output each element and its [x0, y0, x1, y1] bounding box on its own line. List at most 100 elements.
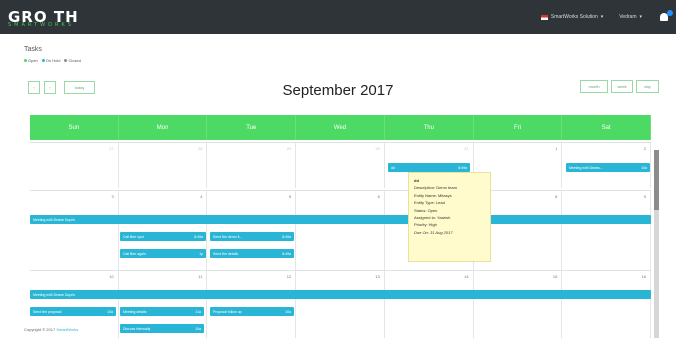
day-cell[interactable]: 4 [119, 191, 208, 270]
legend-item-closed: Closed [64, 58, 81, 63]
event-label: Meeting with Deane Dupris [33, 292, 76, 297]
event-time: 11a [195, 309, 201, 314]
navbar-right: SmartWorks Solution ▾ Vedram ▾ [540, 0, 673, 34]
event-label: Meeting with Deane Dupris [33, 217, 76, 222]
event-time: 10a [641, 165, 647, 170]
day-cell[interactable]: 14 [385, 271, 474, 338]
calendar-event[interactable]: Meeting with Deane Dupris [30, 215, 651, 224]
user-dropdown[interactable]: Vedram ▾ [619, 14, 642, 20]
page-title: Tasks [24, 46, 42, 53]
day-number: 27 [109, 146, 114, 151]
tooltip-title: dd [414, 178, 419, 183]
tooltip-description: Description: Demo team [414, 185, 457, 191]
logo[interactable]: GRO TH SMARTWORKS [8, 8, 79, 28]
day-number: 12 [286, 274, 292, 279]
calendar-event[interactable]: Call Ben again 1p [120, 249, 206, 258]
day-cell[interactable]: 3 [30, 191, 119, 270]
calendar-event[interactable]: Send the details 8:49a [210, 249, 294, 258]
chevron-down-icon: ▾ [600, 14, 604, 20]
weekday-thu: Thu [385, 115, 474, 140]
week-row: 27 28 29 30 31 1 2 [30, 142, 651, 188]
day-number: 15 [552, 274, 558, 279]
calendar-event[interactable]: Meeting with Deans... 10a [566, 163, 650, 172]
weekday-tue: Tue [207, 115, 297, 140]
legend-label: Closed [68, 58, 81, 63]
event-label: dd [391, 165, 395, 170]
day-cell[interactable]: 5 [207, 191, 297, 270]
dot-icon [41, 59, 45, 62]
weekday-sat: Sat [562, 115, 651, 140]
calendar-event[interactable]: Call Ben spot 8:49a [120, 232, 206, 241]
legend-item-onhold: On Hold [41, 58, 61, 63]
day-cell[interactable]: 29 [207, 143, 297, 188]
day-number: 2 [643, 146, 647, 151]
calendar-event[interactable]: Send the demo li... 8:49a [210, 232, 294, 241]
event-time: 10a [195, 326, 201, 331]
week-view-button[interactable]: week [611, 80, 633, 93]
vertical-scrollbar[interactable] [654, 150, 659, 338]
calendar-event[interactable]: Discuss internally 10a [120, 324, 204, 333]
day-cell[interactable]: 6 [296, 191, 385, 270]
day-cell[interactable]: 15 [474, 271, 563, 338]
day-cell[interactable]: 27 [30, 143, 119, 188]
day-cell[interactable]: 12 [207, 271, 297, 338]
event-time: 8:49a [458, 165, 467, 170]
calendar-grid: Sun Mon Tue Wed Thu Fri Sat 27 28 29 30 … [30, 115, 651, 338]
tooltip-entity-type: Entity Type: Lead [414, 200, 445, 206]
month-view-button[interactable]: month [580, 80, 608, 93]
day-number: 30 [375, 146, 380, 151]
day-cell[interactable]: 30 [296, 143, 385, 188]
week-row: 3 4 5 6 7 8 9 [30, 190, 651, 270]
day-number: 10 [109, 274, 114, 279]
day-number: 5 [288, 194, 292, 199]
tooltip-entity-name: Entity Name: Mitasys [414, 192, 452, 198]
calendar-title: September 2017 [282, 82, 394, 99]
day-cell[interactable]: 28 [119, 143, 208, 188]
weekday-header: Sun Mon Tue Wed Thu Fri Sat [30, 115, 651, 140]
day-number: 6 [377, 194, 380, 199]
day-cell[interactable]: 13 [296, 271, 385, 338]
event-time: 10a [285, 309, 291, 314]
day-view-button[interactable]: day [636, 80, 659, 93]
dot-icon [24, 59, 27, 62]
day-number: 28 [197, 146, 203, 151]
company-dropdown[interactable]: SmartWorks Solution ▾ [540, 14, 604, 20]
event-tooltip: dd Description: Demo team Entity Name: M… [408, 172, 491, 262]
day-number: 31 [464, 146, 469, 151]
calendar-event[interactable]: Proposal follow up 10a [210, 307, 294, 316]
calendar-event[interactable]: Send the proposal 10a [30, 307, 116, 316]
weekday-wed: Wed [296, 115, 385, 140]
event-time: 8:49a [282, 251, 291, 256]
copyright-text: Copyright © 2017 [24, 327, 56, 332]
day-cell[interactable]: 9 [562, 191, 651, 270]
day-cell[interactable]: 16 [562, 271, 651, 338]
scrollbar-thumb[interactable] [654, 150, 659, 210]
footer-link[interactable]: SmartWorks [56, 327, 78, 332]
legend-item-open: Open [24, 58, 38, 63]
day-number: 4 [200, 194, 203, 199]
day-number: 29 [286, 146, 292, 151]
day-number: 8 [555, 194, 558, 199]
legend-label: Open [28, 58, 38, 63]
footer: Copyright © 2017 SmartWorks [24, 327, 81, 332]
calendar-event[interactable]: Meeting details 11a [120, 307, 204, 316]
event-time: 10a [107, 309, 113, 314]
event-label: Discuss internally [123, 326, 151, 331]
event-time: 8:49a [194, 234, 203, 239]
calendar-event[interactable]: Meeting with Deane Dupris [30, 290, 651, 299]
day-number: 13 [375, 274, 380, 279]
legend-label: On Hold [45, 58, 61, 63]
calendar-event[interactable]: dd 8:49a [388, 163, 470, 172]
tooltip-due-date: Due On: 31 Aug 2017 [414, 229, 453, 235]
notification-badge [667, 10, 673, 16]
chevron-down-icon: ▾ [639, 14, 642, 20]
day-number: 14 [464, 274, 469, 279]
event-label: Meeting details [123, 309, 147, 314]
user-name: Vedram [619, 14, 637, 20]
status-legend: Open On Hold Closed [24, 58, 81, 63]
notifications-button[interactable] [658, 10, 673, 24]
event-label: Send the details [213, 251, 239, 256]
event-label: Call Ben spot [123, 234, 144, 239]
weekday-fri: Fri [474, 115, 563, 140]
logo-subtitle: SMARTWORKS [8, 22, 74, 28]
